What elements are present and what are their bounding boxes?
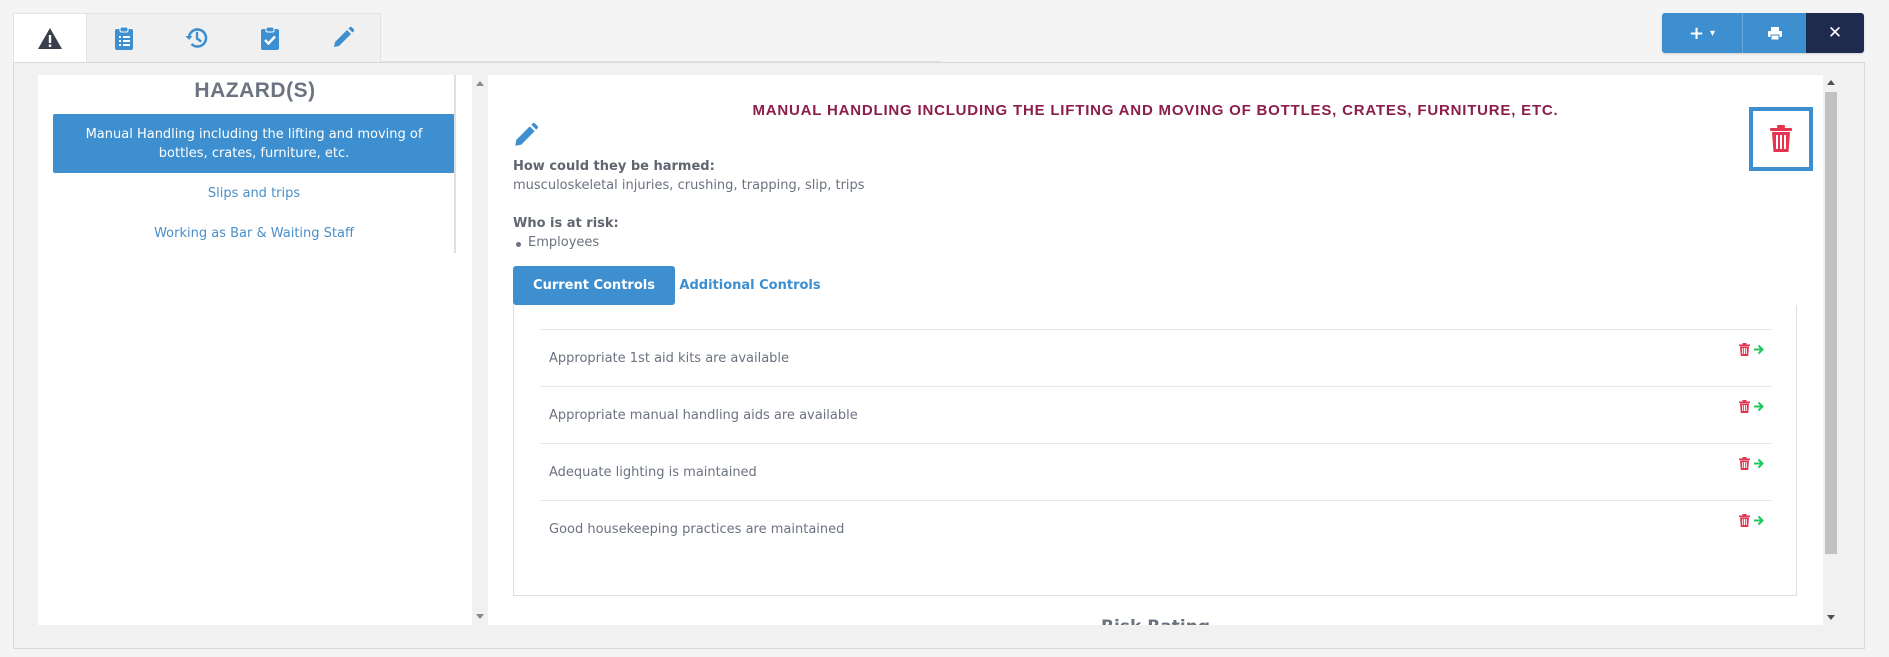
control-actions (1739, 400, 1764, 413)
scroll-up-arrow[interactable] (1827, 80, 1835, 85)
arrow-right-icon[interactable] (1753, 514, 1764, 527)
scroll-down-arrow[interactable] (1827, 615, 1835, 620)
harm-label: How could they be harmed: (513, 159, 715, 174)
arrow-right-icon[interactable] (1753, 457, 1764, 470)
top-tab-strip (13, 13, 381, 63)
left-scrollbar[interactable] (473, 75, 487, 625)
control-row: Appropriate manual handling aids are ava… (540, 386, 1772, 443)
trash-icon[interactable] (1739, 343, 1750, 356)
control-row: Adequate lighting is maintained (540, 443, 1772, 500)
hazard-title: MANUAL HANDLING INCLUDING THE LIFTING AN… (752, 102, 1559, 119)
control-text: Appropriate 1st aid kits are available (549, 350, 790, 366)
scroll-down-arrow[interactable] (476, 614, 484, 619)
right-scrollbar[interactable] (1823, 75, 1839, 625)
control-text: Good housekeeping practices are maintain… (549, 521, 845, 537)
plus-icon: + (1688, 22, 1705, 44)
tab-additional-controls[interactable]: Additional Controls (675, 266, 825, 305)
hazard-list-panel: HAZARD(S) Manual Handling including the … (38, 75, 472, 625)
hazard-detail-panel: MANUAL HANDLING INCLUDING THE LIFTING AN… (488, 75, 1823, 625)
toolbar-button-group: + ▾ ✕ (1662, 13, 1864, 53)
risk-label: Who is at risk: (513, 216, 619, 231)
hazard-item-bar-staff[interactable]: Working as Bar & Waiting Staff (53, 213, 455, 253)
caret-down-icon: ▾ (1710, 27, 1716, 39)
trash-icon[interactable] (1739, 514, 1750, 527)
hazard-list: Manual Handling including the lifting an… (53, 114, 455, 253)
delete-hazard-button[interactable] (1749, 107, 1813, 171)
harm-value: musculoskeletal injuries, crushing, trap… (513, 178, 865, 193)
tab-hazards[interactable] (14, 14, 87, 63)
control-actions (1739, 457, 1764, 470)
arrow-right-icon[interactable] (1753, 400, 1764, 413)
trash-icon[interactable] (1739, 400, 1750, 413)
warning-icon (38, 27, 62, 49)
at-risk-list: Employees (513, 235, 599, 250)
close-button[interactable]: ✕ (1806, 13, 1864, 53)
clipboard-list-icon (114, 26, 133, 50)
hazards-heading: HAZARD(S) (194, 79, 316, 102)
control-actions (1739, 514, 1764, 527)
list-item: Employees (513, 235, 599, 250)
control-text: Adequate lighting is maintained (549, 464, 757, 480)
trash-icon[interactable] (1739, 457, 1750, 470)
clipboard-check-icon (260, 26, 279, 50)
print-button[interactable] (1742, 13, 1806, 53)
control-text: Appropriate manual handling aids are ava… (549, 407, 858, 423)
tab-checklist[interactable] (87, 14, 160, 62)
control-row: Appropriate 1st aid kits are available (540, 329, 1772, 386)
hazard-item-slips-trips[interactable]: Slips and trips (53, 173, 455, 213)
hazard-item-manual-handling[interactable]: Manual Handling including the lifting an… (53, 114, 455, 173)
tab-current-controls[interactable]: Current Controls (513, 266, 675, 305)
history-icon (185, 28, 207, 48)
trash-icon (1770, 125, 1792, 152)
controls-panel: Appropriate 1st aid kits are available A… (513, 305, 1797, 596)
scroll-thumb[interactable] (1825, 92, 1837, 554)
print-icon (1767, 26, 1782, 40)
tab-edit[interactable] (306, 14, 379, 62)
control-actions (1739, 343, 1764, 356)
add-dropdown-button[interactable]: + ▾ (1662, 13, 1742, 53)
panel-divider (454, 75, 456, 253)
arrow-right-icon[interactable] (1753, 343, 1764, 356)
close-icon: ✕ (1827, 23, 1843, 43)
pencil-icon[interactable] (512, 121, 540, 149)
tab-history[interactable] (160, 14, 233, 62)
control-row: Good housekeeping practices are maintain… (540, 500, 1772, 557)
tab-approval[interactable] (233, 14, 306, 62)
pencil-icon (333, 26, 354, 47)
scroll-up-arrow[interactable] (476, 81, 484, 86)
risk-rating-heading: Risk Rating (488, 617, 1823, 625)
